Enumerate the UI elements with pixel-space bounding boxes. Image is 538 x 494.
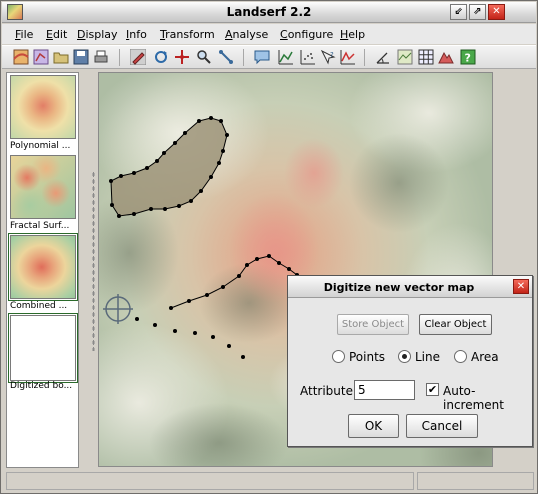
radio-line-label: Line	[415, 350, 441, 364]
help-icon[interactable]: ?	[460, 49, 476, 65]
radio-area-label: Area	[471, 350, 499, 364]
toolbar-separator	[119, 49, 120, 66]
profile-icon[interactable]	[278, 49, 294, 65]
info-icon[interactable]	[254, 49, 270, 65]
save-icon[interactable]	[73, 49, 89, 65]
svg-text:?: ?	[465, 52, 471, 65]
status-bar-secondary	[417, 472, 534, 490]
new-vector-icon[interactable]	[33, 49, 49, 65]
terrain-icon[interactable]	[397, 49, 413, 65]
thumbnail-label: Digitized bo...	[10, 381, 73, 391]
auto-increment-checkbox[interactable]: ✔	[426, 383, 439, 396]
zoom-icon[interactable]	[174, 49, 190, 65]
menu-configure[interactable]: Configure	[280, 28, 333, 41]
refresh-icon[interactable]	[153, 49, 169, 65]
menu-info[interactable]: Info	[126, 28, 147, 41]
slope-icon[interactable]	[375, 49, 391, 65]
dialog-title-bar[interactable]: Digitize new vector map ✕	[288, 276, 532, 298]
minimize-button[interactable]: ⇙	[450, 4, 467, 20]
digitize-dialog: Digitize new vector map ✕ Store Object C…	[287, 275, 533, 447]
edit-vector-icon[interactable]	[218, 49, 234, 65]
toolbar-separator	[364, 49, 365, 66]
radio-area[interactable]: Area	[454, 350, 499, 364]
panel-splitter[interactable]	[92, 171, 95, 351]
radio-area-control[interactable]	[454, 350, 467, 363]
thumbnail-combined[interactable]	[8, 233, 78, 301]
scatter-icon[interactable]	[300, 49, 316, 65]
thumbnail-digitized[interactable]	[8, 313, 78, 383]
radio-line-control[interactable]	[398, 350, 411, 363]
radio-points-control[interactable]	[332, 350, 345, 363]
close-window-button[interactable]: ✕	[488, 4, 505, 20]
clear-object-button[interactable]: Clear Object	[419, 314, 492, 335]
attribute-input[interactable]	[354, 380, 415, 400]
ok-button[interactable]: OK	[348, 414, 399, 438]
menu-transform[interactable]: Transform	[160, 28, 215, 41]
menu-bar: File Edit Display Info Transform Analyse…	[2, 24, 536, 44]
menu-help[interactable]: Help	[340, 28, 365, 41]
thumbnail-label: Polynomial ...	[10, 141, 71, 151]
attribute-label: Attribute:	[300, 384, 358, 398]
maximize-button[interactable]: ⇗	[469, 4, 486, 20]
thumbnail-label: Combined ...	[10, 301, 68, 311]
toolbar-separator	[243, 49, 244, 66]
thumbnail-panel: Polynomial ... Fractal Surf... Combined …	[6, 72, 79, 468]
search-icon[interactable]	[196, 49, 212, 65]
grid-icon[interactable]	[418, 49, 434, 65]
new-raster-icon[interactable]	[13, 49, 29, 65]
menu-edit[interactable]: Edit	[46, 28, 67, 41]
store-object-button[interactable]: Store Object	[337, 314, 409, 335]
print-icon[interactable]	[93, 49, 109, 65]
app-window: Landserf 2.2 ⇙ ⇗ ✕ File Edit Display Inf…	[0, 0, 538, 494]
status-bar-main	[6, 472, 414, 490]
open-icon[interactable]	[53, 49, 69, 65]
dialog-close-button[interactable]: ✕	[513, 279, 529, 294]
title-bar[interactable]: Landserf 2.2 ⇙ ⇗ ✕	[2, 2, 536, 23]
radio-points-label: Points	[349, 350, 386, 364]
auto-increment-label: Auto-increment	[443, 384, 504, 412]
menu-display[interactable]: Display	[77, 28, 118, 41]
chart-icon[interactable]	[340, 49, 356, 65]
dialog-title: Digitize new vector map	[323, 281, 475, 294]
menu-file[interactable]: File	[15, 28, 33, 41]
menu-analyse[interactable]: Analyse	[225, 28, 268, 41]
radio-points[interactable]: Points	[332, 350, 385, 364]
radio-line[interactable]: Line	[398, 350, 440, 364]
thumbnail-polynomial[interactable]	[10, 75, 76, 139]
thumbnail-fractal[interactable]	[10, 155, 76, 219]
cancel-button[interactable]: Cancel	[406, 414, 478, 438]
mountain-icon[interactable]	[438, 49, 454, 65]
svg-text:?: ?	[330, 51, 334, 59]
toolbar: ? ?	[2, 45, 536, 69]
thumbnail-label: Fractal Surf...	[10, 221, 70, 231]
query-icon[interactable]: ?	[320, 49, 336, 65]
digitize-icon[interactable]	[130, 49, 146, 65]
